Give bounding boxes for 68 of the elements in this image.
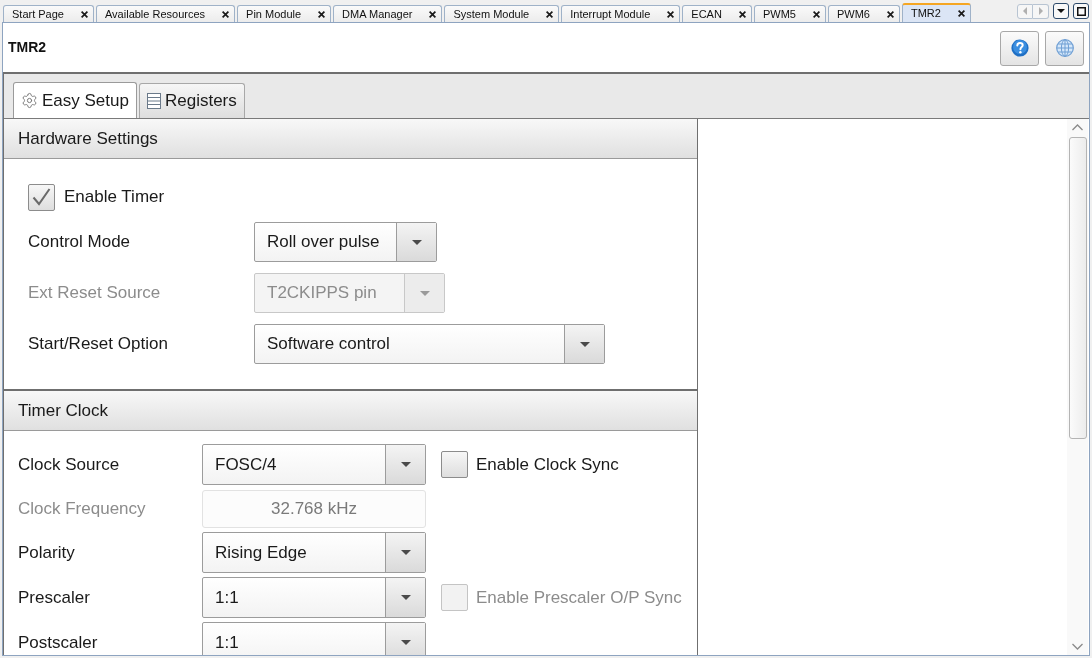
field-label: Ext Reset Source bbox=[28, 283, 162, 303]
close-icon[interactable] bbox=[812, 10, 820, 18]
list-icon bbox=[146, 93, 161, 109]
page-title: TMR2 bbox=[8, 38, 47, 57]
field-label: Prescaler bbox=[18, 587, 91, 608]
check-icon bbox=[32, 188, 51, 206]
caret-icon bbox=[579, 341, 590, 347]
scroll-down-icon[interactable] bbox=[1072, 643, 1083, 650]
help-button[interactable] bbox=[1000, 30, 1039, 66]
close-icon[interactable] bbox=[957, 10, 965, 17]
dropdown[interactable]: FOSC/4 bbox=[202, 444, 426, 485]
checkbox-label: Enable Prescaler O/P Sync bbox=[476, 587, 682, 608]
editor-tab[interactable]: Pin Module bbox=[237, 5, 332, 22]
maximize-button[interactable] bbox=[1073, 3, 1089, 19]
close-icon[interactable] bbox=[318, 10, 326, 18]
caret-icon bbox=[400, 462, 411, 467]
gear-icon bbox=[21, 92, 38, 109]
caret-down-icon bbox=[1057, 9, 1065, 13]
checkbox-label: Enable Timer bbox=[64, 187, 165, 207]
close-icon[interactable] bbox=[738, 10, 746, 18]
scrollbar[interactable] bbox=[1067, 119, 1088, 655]
caret-icon bbox=[419, 290, 430, 296]
dropdown[interactable]: Software control bbox=[254, 324, 605, 364]
close-icon[interactable] bbox=[429, 10, 437, 18]
checkbox[interactable] bbox=[441, 451, 468, 478]
section-header: Hardware Settings bbox=[4, 119, 697, 159]
globe-icon bbox=[1055, 39, 1074, 57]
caret-icon bbox=[411, 239, 422, 245]
dropdown[interactable]: 1:1 bbox=[202, 622, 426, 655]
editor-tab[interactable]: PWM5 bbox=[753, 5, 826, 22]
view-tab[interactable]: Easy Setup bbox=[13, 82, 137, 118]
view-tab[interactable]: Registers bbox=[138, 83, 245, 118]
caret-icon bbox=[400, 550, 411, 555]
editor-tab[interactable]: Interrupt Module bbox=[561, 5, 681, 22]
readout-field: 32.768 kHz bbox=[202, 489, 426, 528]
tab-list-button[interactable] bbox=[1053, 3, 1069, 19]
left-caret-icon bbox=[1023, 7, 1027, 15]
dropdown[interactable]: 1:1 bbox=[202, 577, 426, 618]
field-label: Clock Source bbox=[18, 454, 121, 475]
maximize-icon bbox=[1076, 6, 1086, 16]
close-icon[interactable] bbox=[222, 10, 230, 18]
field-label: Clock Frequency bbox=[18, 498, 147, 519]
scroll-up-icon[interactable] bbox=[1072, 124, 1083, 131]
help-icon bbox=[1010, 39, 1029, 57]
close-icon[interactable] bbox=[667, 10, 675, 18]
caret-icon bbox=[400, 640, 411, 645]
scrollbar-thumb[interactable] bbox=[1068, 137, 1087, 439]
close-icon[interactable] bbox=[546, 10, 554, 18]
right-caret-icon bbox=[1038, 7, 1043, 15]
dropdown[interactable]: Roll over pulse bbox=[254, 222, 437, 262]
close-icon[interactable] bbox=[81, 10, 88, 18]
section-header: Timer Clock bbox=[4, 391, 697, 431]
editor-tab[interactable]: TMR2 bbox=[901, 3, 971, 22]
field-label: Polarity bbox=[18, 542, 76, 563]
dropdown[interactable]: Rising Edge bbox=[202, 532, 426, 573]
field-label: Start/Reset Option bbox=[28, 334, 169, 354]
field-label: Postscaler bbox=[18, 632, 99, 653]
editor-tab[interactable]: ECAN bbox=[682, 5, 752, 22]
editor-tab[interactable]: PWM6 bbox=[827, 5, 900, 22]
editor-tab[interactable]: System Module bbox=[444, 5, 560, 22]
close-icon[interactable] bbox=[886, 10, 894, 18]
editor-tab[interactable]: Start Page bbox=[3, 5, 94, 22]
editor-tab[interactable]: Available Resources bbox=[96, 5, 236, 22]
editor-tab[interactable]: DMA Manager bbox=[333, 5, 443, 22]
caret-icon bbox=[400, 595, 411, 600]
field-label: Control Mode bbox=[28, 232, 132, 252]
checkbox[interactable] bbox=[28, 183, 55, 211]
checkbox-label: Enable Clock Sync bbox=[476, 454, 619, 475]
